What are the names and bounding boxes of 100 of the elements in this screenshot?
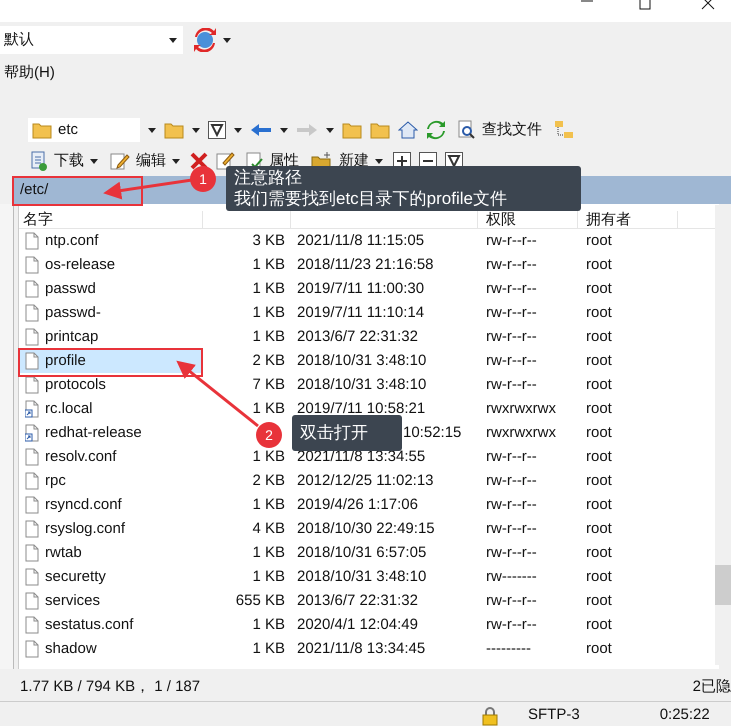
file-permissions: rw-r--r-- — [486, 256, 537, 273]
file-row[interactable]: rsyslog.conf — [19, 517, 203, 541]
refresh-icon[interactable] — [426, 120, 446, 140]
column-heading[interactable]: 拥有者 — [586, 211, 631, 228]
file-name: resolv.conf — [45, 446, 116, 467]
caret-icon — [223, 38, 231, 42]
open-folder-icon[interactable] — [164, 121, 184, 139]
home-icon[interactable] — [398, 121, 418, 139]
file-name: rwtab — [45, 542, 82, 563]
session-time: 0:25:22 — [660, 705, 710, 726]
file-owner: root — [586, 568, 612, 585]
file-name: ntp.conf — [45, 230, 98, 251]
file-date: 2018/10/31 6:57:05 — [297, 544, 426, 561]
shortcut-file-icon — [25, 400, 39, 418]
parent-folder-icon[interactable] — [342, 121, 362, 139]
file-row[interactable]: sestatus.conf — [19, 613, 203, 637]
file-owner: root — [586, 472, 612, 489]
back-arrow-icon[interactable] — [250, 123, 272, 137]
file-owner: root — [586, 496, 612, 513]
find-files-button[interactable]: 查找文件 — [454, 117, 546, 143]
file-row[interactable]: rsyncd.conf — [19, 493, 203, 517]
file-date: 2012/12/25 11:02:13 — [297, 472, 434, 489]
file-permissions: rw-r--r-- — [486, 520, 537, 537]
file-date: 2013/6/7 22:31:32 — [297, 592, 418, 609]
file-row[interactable]: resolv.conf — [19, 445, 203, 469]
caret-icon — [192, 128, 200, 132]
file-permissions: rwxrwxrwx — [486, 424, 556, 441]
file-permissions: rw-r--r-- — [486, 328, 537, 345]
file-name: sestatus.conf — [45, 614, 134, 635]
file-date: 2018/10/31 3:48:10 — [297, 376, 426, 393]
delete-icon[interactable] — [190, 152, 208, 170]
file-row[interactable]: os-release — [19, 253, 203, 277]
file-size: 1 KB — [252, 400, 285, 417]
file-row[interactable]: passwd — [19, 277, 203, 301]
protocol-label: SFTP-3 — [528, 705, 580, 726]
file-row[interactable]: protocols — [19, 373, 203, 397]
close-icon[interactable] — [701, 0, 715, 10]
file-row[interactable]: passwd- — [19, 301, 203, 325]
sync-globe-icon[interactable] — [193, 28, 217, 52]
file-date: 2021/11/8 13:34:55 — [297, 448, 426, 465]
file-size: 2 KB — [252, 352, 285, 369]
callout-text: 注意路径 — [234, 167, 303, 188]
file-size: 1 KB — [252, 280, 285, 297]
root-folder-icon[interactable] — [370, 121, 390, 139]
file-name: rc.local — [45, 398, 93, 419]
file-name: rpc — [45, 470, 66, 491]
file-permissions: rw-r--r-- — [486, 472, 537, 489]
download-button[interactable]: 下载 — [28, 148, 100, 174]
file-size: 2 KB — [252, 472, 285, 489]
file-date: 2019/7/11 11:00:30 — [297, 280, 424, 297]
edit-button[interactable]: 编辑 — [108, 148, 182, 174]
file-date: 2018/10/31 3:48:10 — [297, 352, 426, 369]
file-size: 1 KB — [252, 256, 285, 273]
vertical-scrollbar[interactable] — [715, 205, 731, 665]
file-size: 1 KB — [252, 328, 285, 345]
file-row[interactable]: securetty — [19, 565, 203, 589]
scrollbar-thumb[interactable] — [715, 565, 731, 605]
folder-combo[interactable]: etc — [28, 118, 140, 142]
caret-icon — [234, 128, 242, 132]
caret-icon — [326, 128, 334, 132]
file-row[interactable]: rpc — [19, 469, 203, 493]
file-icon — [25, 256, 39, 274]
file-permissions: rw-r--r-- — [486, 232, 537, 249]
file-name: redhat-release — [45, 422, 142, 443]
file-permissions: rw-r--r-- — [486, 592, 537, 609]
file-icon — [25, 376, 39, 394]
file-icon — [25, 352, 39, 370]
file-permissions: rw-r--r-- — [486, 544, 537, 561]
file-row[interactable]: services — [19, 589, 203, 613]
file-row[interactable]: printcap — [19, 325, 203, 349]
file-date: 2020/4/1 12:04:49 — [297, 616, 418, 633]
file-name: protocols — [45, 374, 106, 395]
file-permissions: rw-r--r-- — [486, 496, 537, 513]
file-permissions: rw------- — [486, 568, 537, 585]
file-row[interactable]: rwtab — [19, 541, 203, 565]
file-name: services — [45, 590, 100, 611]
file-size: 1 KB — [252, 448, 285, 465]
column-heading[interactable]: 权限 — [486, 211, 516, 228]
file-size: 655 KB — [236, 592, 285, 609]
file-owner: root — [586, 232, 612, 249]
file-row[interactable]: rc.local — [19, 397, 203, 421]
menu-item[interactable]: 帮助(H) — [4, 62, 55, 84]
filter-icon[interactable] — [208, 121, 226, 139]
file-name: rsyslog.conf — [45, 518, 126, 539]
file-date: 2018/11/23 21:16:58 — [297, 256, 434, 273]
folder-icon[interactable] — [32, 121, 52, 139]
file-date: 2019/7/11 10:58:21 — [297, 400, 426, 417]
file-row[interactable]: redhat-release — [19, 421, 203, 445]
file-size: 7 KB — [252, 376, 285, 393]
file-row[interactable]: ntp.conf — [19, 229, 203, 253]
session-combo[interactable]: 默认 — [0, 26, 183, 54]
file-row[interactable]: profile — [19, 349, 203, 373]
file-row[interactable]: shadow — [19, 637, 203, 661]
column-heading[interactable]: 名字 — [23, 211, 53, 228]
caret-icon — [280, 128, 288, 132]
file-date: 2018/10/31 3:48:10 — [297, 568, 426, 585]
file-owner: root — [586, 280, 612, 297]
maximize-icon[interactable] — [639, 0, 651, 10]
file-permissions: rw-r--r-- — [486, 448, 537, 465]
file-name: passwd — [45, 278, 96, 299]
